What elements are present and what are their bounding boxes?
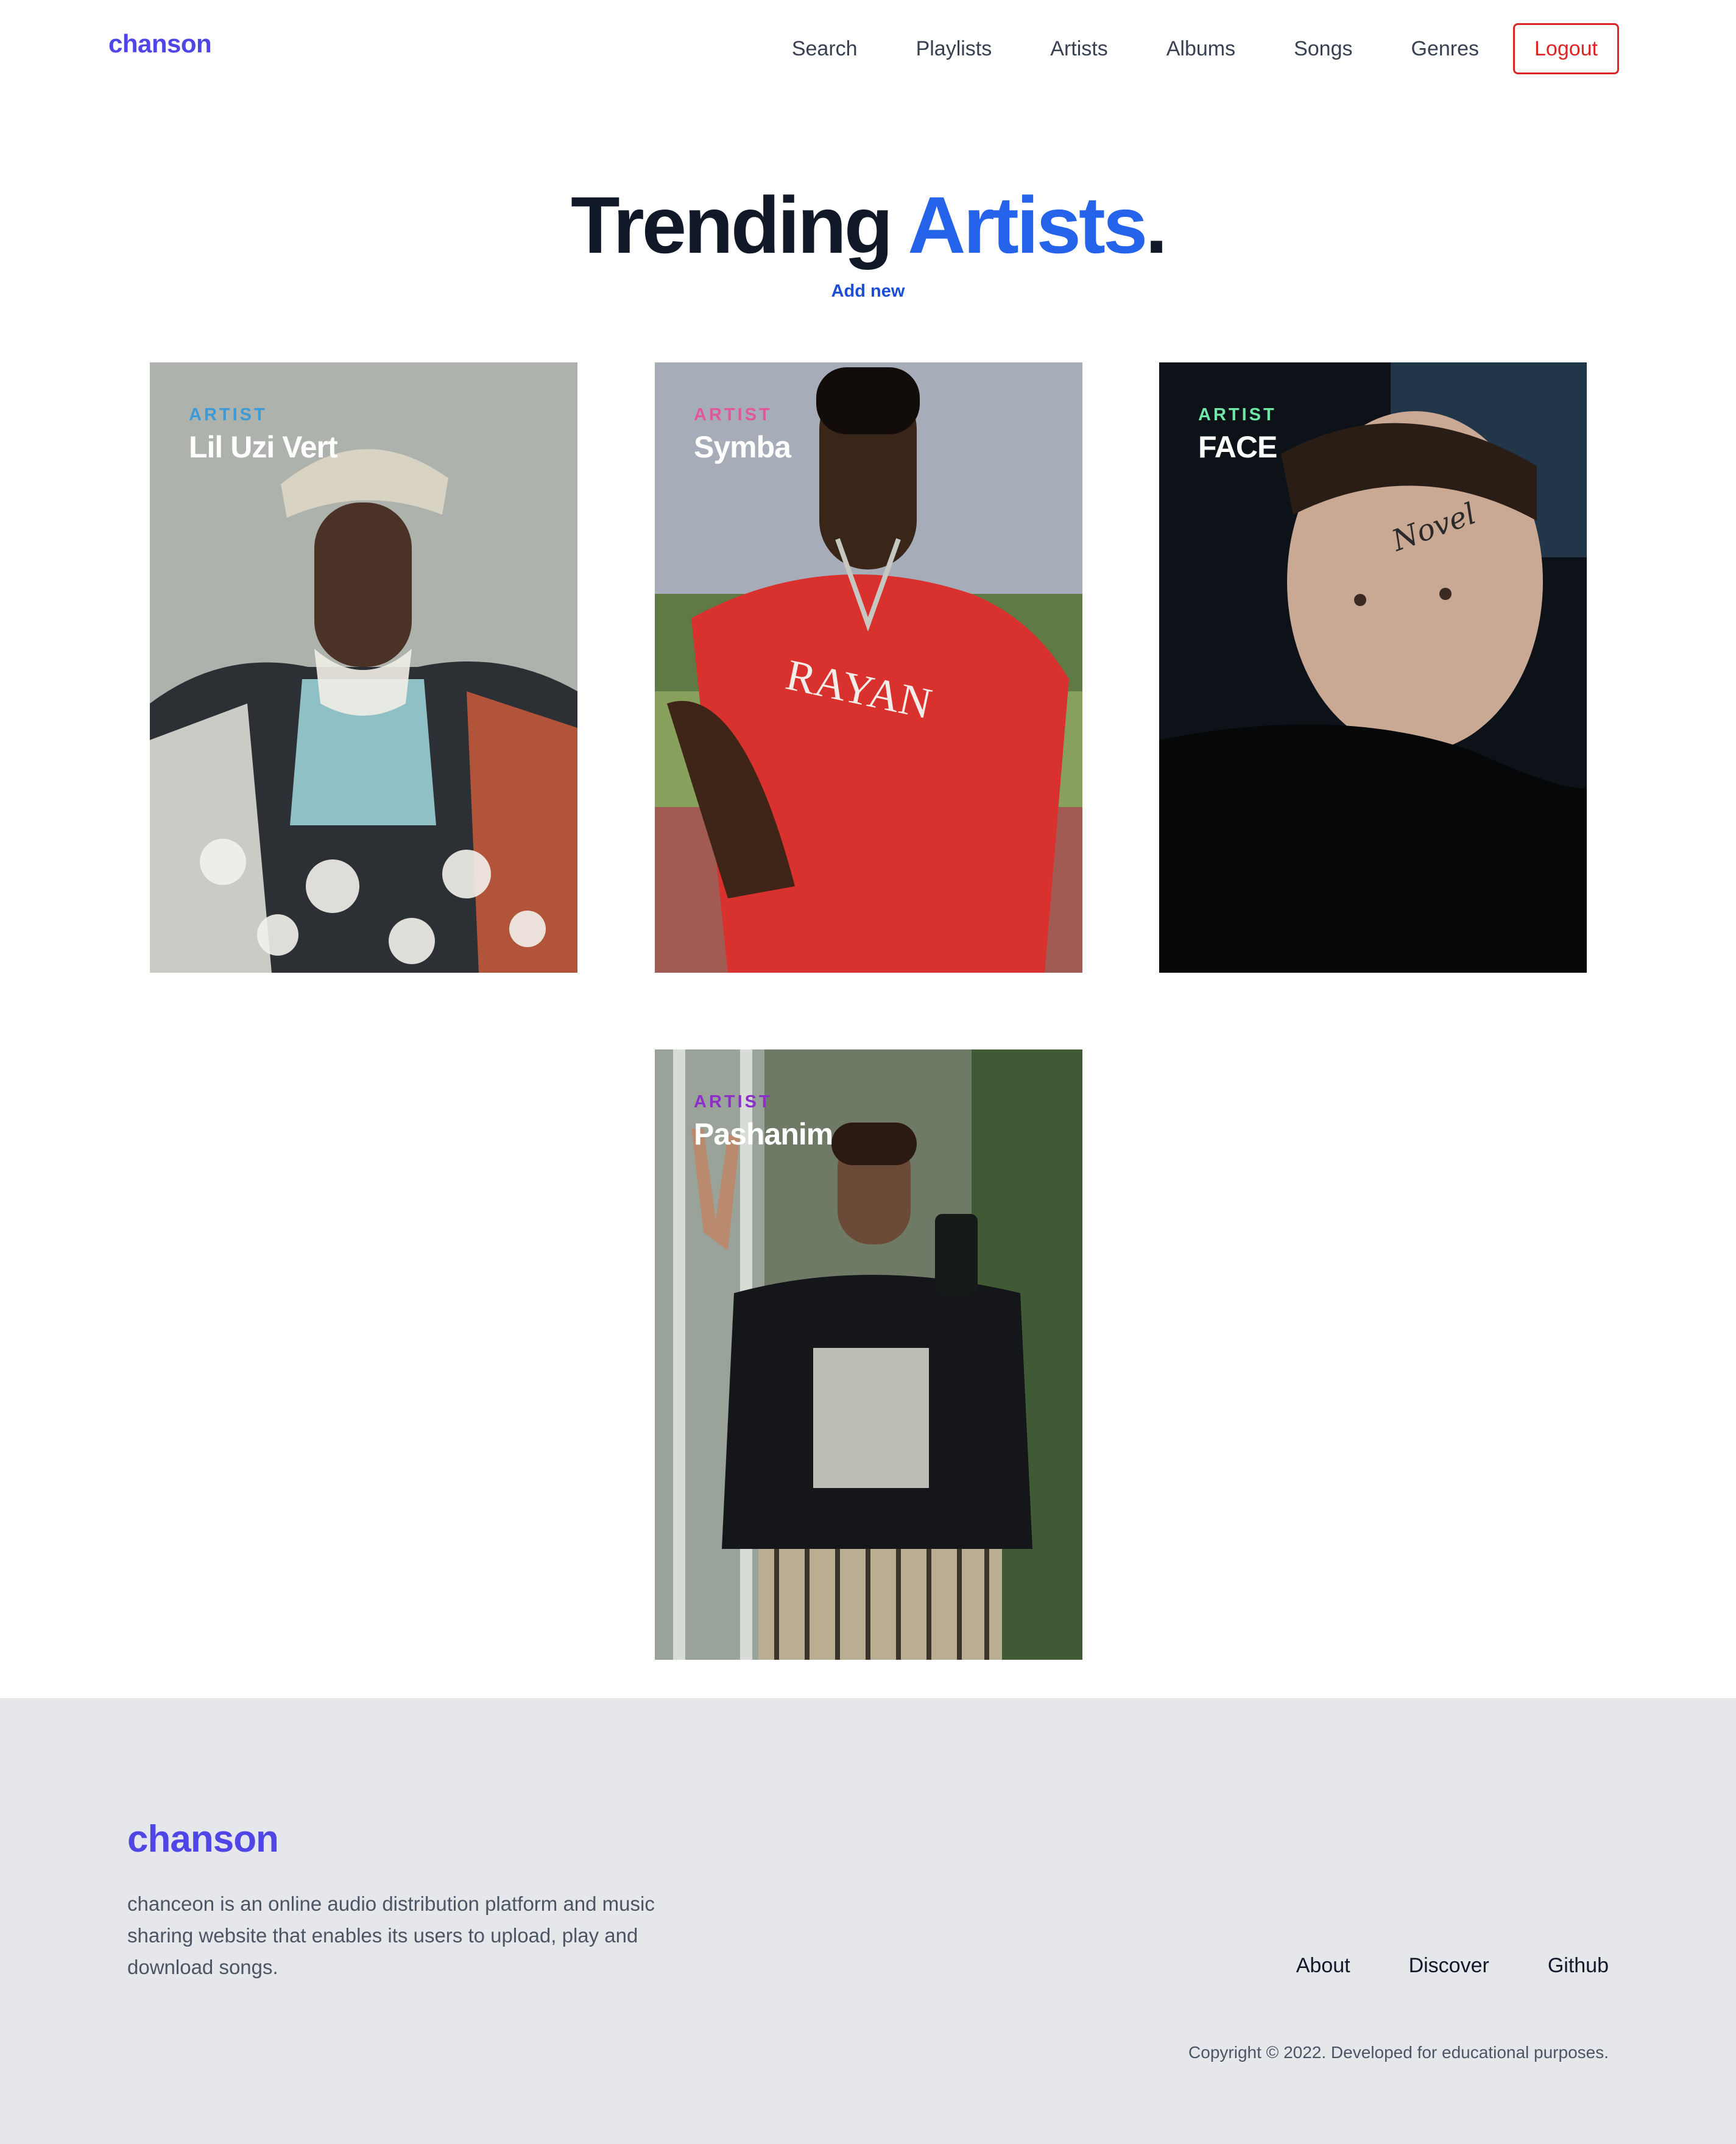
artist-tag: ARTIST <box>694 1092 772 1112</box>
artist-name: FACE <box>1198 430 1277 464</box>
artist-tag: ARTIST <box>1198 405 1277 425</box>
artist-card[interactable]: ARTIST Pashanim <box>655 1049 1082 1660</box>
add-new-link[interactable]: Add new <box>0 281 1736 302</box>
page-title: Trending Artists. <box>0 177 1736 274</box>
footer-link-discover[interactable]: Discover <box>1409 1954 1489 1978</box>
nav-link-genres[interactable]: Genres <box>1411 27 1480 70</box>
nav-link-search[interactable]: Search <box>792 27 858 70</box>
artist-tag: ARTIST <box>694 405 772 425</box>
nav-link-songs[interactable]: Songs <box>1294 27 1352 70</box>
brand-logo[interactable]: chanson <box>108 29 212 58</box>
page-title-accent: Artists <box>908 180 1148 270</box>
top-navbar: chanson Search Playlists Artists Albums … <box>0 0 1736 91</box>
page-title-main: Trending <box>571 180 908 270</box>
footer-brand[interactable]: chanson <box>127 1818 279 1861</box>
footer: chanson chanceon is an online audio dist… <box>0 1698 1736 2144</box>
footer-link-github[interactable]: Github <box>1548 1954 1609 1978</box>
copyright-text: Copyright © 2022. Developed for educatio… <box>1188 2043 1609 2062</box>
footer-description: chanceon is an online audio distribution… <box>127 1892 655 1978</box>
logout-button[interactable]: Logout <box>1513 23 1619 74</box>
page-title-period: . <box>1145 180 1168 270</box>
artist-card[interactable]: Novel ARTIST FACE <box>1159 362 1587 973</box>
artist-card[interactable]: RAYAN ARTIST Symba <box>655 362 1082 973</box>
nav-link-playlists[interactable]: Playlists <box>916 27 992 70</box>
nav-link-artists[interactable]: Artists <box>1050 27 1107 70</box>
artist-name: Pashanim <box>694 1117 833 1151</box>
artist-tag: ARTIST <box>189 405 267 425</box>
artist-name: Symba <box>694 430 791 464</box>
nav-link-albums[interactable]: Albums <box>1166 27 1235 70</box>
artist-card[interactable]: ARTIST Lil Uzi Vert <box>150 362 577 973</box>
footer-links: About Discover Github <box>1296 1954 1609 1978</box>
artist-name: Lil Uzi Vert <box>189 430 338 464</box>
nav-links: Search Playlists Artists Albums Songs Ge… <box>792 23 1619 74</box>
footer-link-about[interactable]: About <box>1296 1954 1350 1978</box>
